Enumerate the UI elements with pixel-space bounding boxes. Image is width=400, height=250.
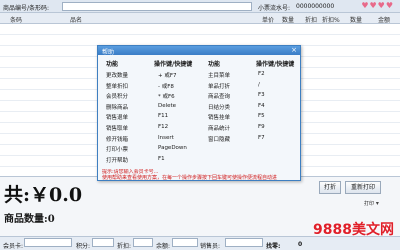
heart-icons: ♥♥♥♥ bbox=[361, 1, 394, 10]
shortcut-key: F9 bbox=[258, 124, 265, 130]
quantity-summary: 商品数量:0 bbox=[4, 210, 55, 225]
header-function: 功能 bbox=[106, 61, 119, 68]
column-header: 数量 bbox=[282, 17, 295, 24]
shortcut-function: 销售挂单 bbox=[208, 115, 231, 122]
quantity-label: 商品数量: bbox=[4, 214, 48, 225]
column-header: 折扣% bbox=[322, 17, 340, 24]
salesperson-label: 销售员: bbox=[200, 243, 221, 250]
grid-header: 条码 品名 单价 数量 折扣 折扣% 数量 金额 bbox=[0, 13, 400, 24]
shortcut-function: 打开帮助 bbox=[106, 157, 129, 164]
shortcut-function: 销售退单 bbox=[106, 115, 129, 122]
change-value: 0 bbox=[298, 241, 303, 248]
column-header: 单价 bbox=[262, 17, 275, 24]
shortcut-table: 功能 操作键/快捷键 功能 操作键/快捷键 更改数量 + 或F7 整单折扣 - 或F8… bbox=[98, 55, 300, 181]
header-shortcut: 操作键/快捷键 bbox=[154, 61, 193, 68]
column-header: 折扣 bbox=[305, 17, 318, 24]
points-label: 积分: bbox=[76, 243, 91, 250]
shortcut-function: 商品统计 bbox=[208, 126, 231, 132]
shortcut-key: Insert bbox=[158, 134, 174, 141]
shortcut-key: Delete bbox=[158, 102, 177, 109]
shortcut-function: 更改数量 bbox=[106, 73, 129, 79]
column-header: 条码 bbox=[10, 17, 23, 24]
shortcut-key: F4 bbox=[258, 102, 265, 109]
receipt-number-value: 0000000000 bbox=[296, 3, 335, 10]
dialog-titlebar: 帮助 × bbox=[98, 46, 300, 56]
tip-line: 使用帮助来查看使用方案，在每一个操作步骤按下回车键可使操作便流程自动进 bbox=[102, 175, 278, 181]
change-label: 找零: bbox=[266, 243, 281, 250]
shortcut-key: / bbox=[258, 81, 260, 88]
shortcut-function: 窗口隐藏 bbox=[208, 136, 231, 143]
quantity-value: 0 bbox=[47, 214, 55, 225]
shortcut-key: * 或F6 bbox=[158, 94, 175, 101]
close-icon[interactable]: × bbox=[291, 46, 297, 54]
receipt-number-label: 小票流水号: bbox=[258, 5, 291, 12]
shortcut-function: 修开钱箱 bbox=[106, 136, 129, 143]
discount-input bbox=[133, 238, 153, 247]
shortcut-function: 日结分类 bbox=[208, 104, 231, 111]
reprint-button[interactable]: 重新打印 bbox=[345, 181, 381, 194]
shortcut-key: - 或F8 bbox=[158, 83, 174, 90]
search-bar: 商品编号/条形码: 小票流水号: 0000000000 ♥♥♥♥ bbox=[0, 0, 400, 13]
shortcut-key: + 或F7 bbox=[158, 73, 177, 79]
watermark: 9888美文网 bbox=[313, 222, 394, 238]
salesperson-select[interactable] bbox=[225, 238, 263, 247]
barcode-input[interactable] bbox=[62, 2, 252, 11]
shortcut-key: F2 bbox=[258, 71, 265, 77]
shortcut-function: 单品打折 bbox=[208, 83, 231, 90]
shortcut-key: F7 bbox=[258, 134, 265, 141]
shortcut-key: F11 bbox=[158, 113, 169, 120]
help-tip: 提示:请您输入会员卡号... 使用帮助来查看使用方案，在每一个操作步骤按下回车键… bbox=[102, 169, 296, 181]
shortcut-key: F3 bbox=[258, 92, 265, 99]
column-header: 数量 bbox=[350, 17, 363, 24]
balance-label: 余额: bbox=[156, 243, 171, 250]
shortcut-function: 打印小票 bbox=[106, 147, 129, 154]
discount-label: 折扣: bbox=[117, 243, 132, 250]
shortcut-function: 删除商品 bbox=[106, 104, 129, 111]
balance-input bbox=[172, 238, 198, 247]
total-amount: 共:￥0.0 bbox=[4, 184, 83, 206]
shortcut-function: 商品查询 bbox=[208, 94, 231, 101]
shortcut-key: PageDown bbox=[158, 145, 187, 152]
column-header: 金额 bbox=[378, 17, 391, 24]
header-shortcut: 操作键/快捷键 bbox=[256, 61, 295, 68]
points-input bbox=[92, 238, 114, 247]
shortcut-key: F5 bbox=[258, 113, 265, 120]
barcode-label: 商品编号/条形码: bbox=[3, 5, 50, 12]
member-card-label: 会员卡: bbox=[3, 243, 24, 250]
shortcut-function: 销售取单 bbox=[106, 126, 129, 132]
member-card-input[interactable] bbox=[24, 238, 72, 247]
discount-button[interactable]: 打折 bbox=[319, 181, 341, 194]
shortcut-function: 整单折扣 bbox=[106, 83, 129, 90]
shortcut-function: 会员积分 bbox=[106, 94, 129, 101]
header-function: 功能 bbox=[208, 61, 221, 68]
shortcut-key: F12 bbox=[158, 124, 169, 130]
shortcut-function: 主目菜单 bbox=[208, 73, 231, 79]
print-label: 打印 ▾ bbox=[364, 200, 379, 207]
chevron-down-icon: ▾ bbox=[374, 200, 379, 207]
help-dialog: 帮助 × 功能 操作键/快捷键 功能 操作键/快捷键 更改数量 + 或F7 整单折扣… bbox=[97, 45, 301, 181]
shortcut-key: F1 bbox=[158, 155, 165, 162]
column-header: 品名 bbox=[70, 17, 83, 24]
